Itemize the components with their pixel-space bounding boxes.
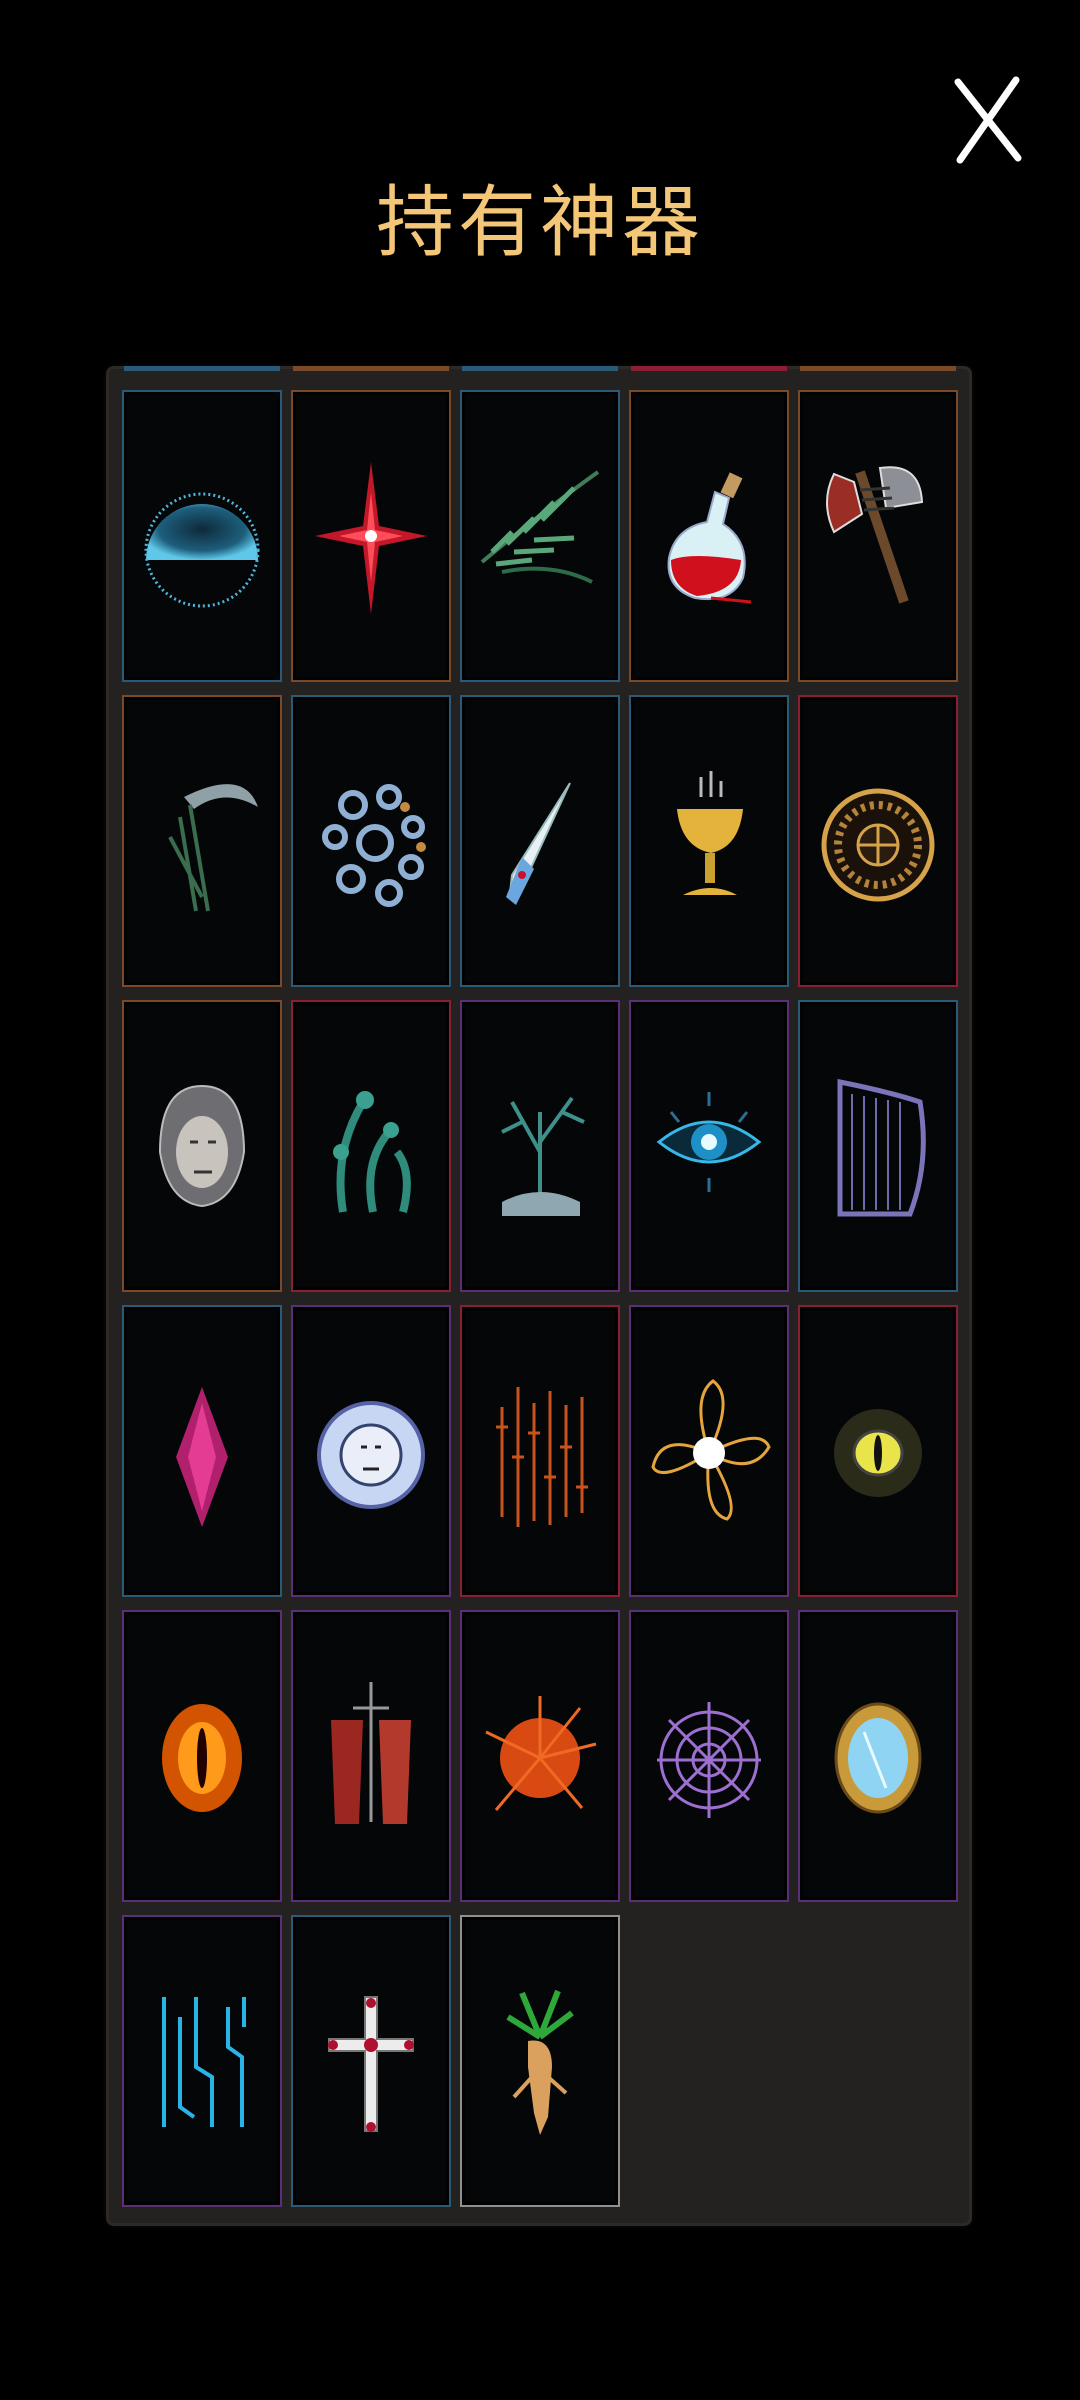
panel-top-rim [118,366,960,372]
close-x-icon [954,76,1022,164]
red-potion-icon [667,472,752,604]
crystal-dagger-icon [506,782,571,905]
roulette-wheel-icon [821,788,935,902]
artifact-card[interactable] [629,1610,789,1902]
artifact-card[interactable] [798,1305,958,1597]
harp-icon [837,1078,926,1217]
artifact-card[interactable] [291,390,451,682]
artifact-card[interactable] [291,1000,451,1292]
artifact-card[interactable] [122,1305,282,1597]
rim-segment [631,366,787,371]
close-button[interactable] [952,76,1024,166]
scythe-icon [168,784,258,912]
artifact-card[interactable] [460,695,620,987]
all-seeing-eye-icon [656,1092,762,1192]
artifact-card[interactable] [460,1610,620,1902]
artifact-card[interactable] [122,390,282,682]
artifact-card[interactable] [798,1610,958,1902]
artifact-card[interactable] [291,1610,451,1902]
serpent-heads-icon [333,1091,411,1213]
spider-web-icon [657,1702,761,1818]
artifact-card[interactable] [798,390,958,682]
artifact-card[interactable] [798,695,958,987]
orange-explosion-icon [485,1696,597,1811]
fiery-eye-icon [162,1704,242,1812]
rim-segment [462,366,618,371]
yellow-reptile-eye-icon [834,1409,922,1497]
mandrake-root-icon [506,1989,574,2135]
artifact-card[interactable] [122,1610,282,1902]
artifact-card[interactable] [460,390,620,682]
rim-segment [124,366,280,371]
battle-axe-icon [826,466,924,604]
artifact-card[interactable] [629,695,789,987]
sun-face-medallion-icon [317,1401,425,1509]
artifact-card[interactable] [122,695,282,987]
artifact-card[interactable] [798,1000,958,1292]
stone-mask-icon [158,1084,246,1208]
ornate-mirror-icon [834,1702,922,1814]
artifact-card[interactable] [460,1000,620,1292]
artifact-card[interactable] [122,1000,282,1292]
gears-icon [322,784,426,907]
golden-chalice-icon [677,771,743,895]
rim-segment [293,366,449,371]
artifact-collection-screen: 持有神器 [0,0,1080,2400]
artifact-card[interactable] [629,1305,789,1597]
artifact-card[interactable] [122,1915,282,2207]
white-sun-burst-icon [651,1379,771,1521]
artifact-panel [106,366,972,2226]
pink-crystal-icon [176,1387,228,1527]
artifact-card[interactable] [291,1915,451,2207]
coral-tree-icon [501,1096,585,1216]
bloody-banners-icon [331,1682,411,1824]
artifact-card[interactable] [460,1915,620,2207]
artifact-grid [122,390,962,2207]
artifact-card[interactable] [629,390,789,682]
page-title: 持有神器 [375,178,704,268]
artifact-card[interactable] [291,1305,451,1597]
jeweled-cross-icon [328,1996,414,2132]
artifact-card[interactable] [629,1000,789,1292]
green-feather-icon [480,470,600,584]
artifact-card[interactable] [460,1305,620,1597]
artifact-card[interactable] [291,695,451,987]
orange-runes-icon [496,1387,588,1527]
red-star-icon [315,462,427,614]
blue-orb-icon [144,492,260,608]
cyan-circuit-icon [162,1997,246,2127]
rim-segment [800,366,956,371]
